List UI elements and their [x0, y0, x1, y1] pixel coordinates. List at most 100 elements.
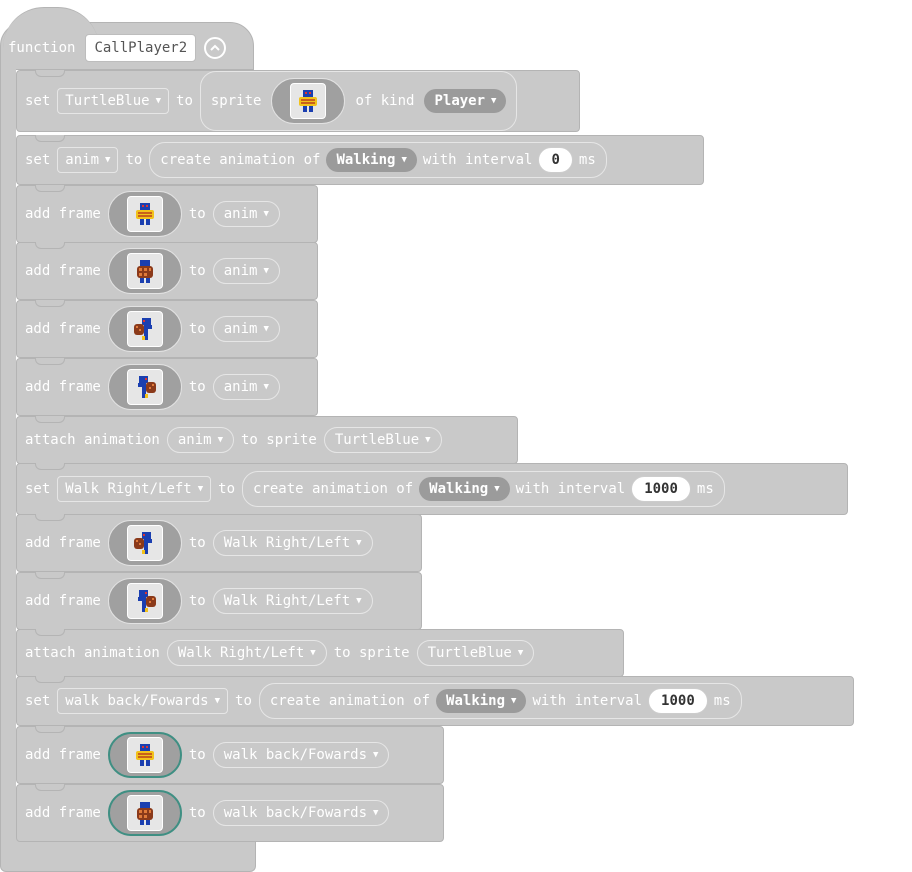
dropdown-caret-icon: ▼	[511, 696, 517, 706]
create-animation-block[interactable]: create animation of Walking ▼ with interval…	[258, 683, 742, 719]
keyword-create-animation: create animation of	[160, 152, 321, 168]
collapse-icon[interactable]	[204, 37, 227, 59]
statement-block-set-anim[interactable]: set Walk Right/Left ▼ to create animation of…	[16, 463, 848, 515]
keyword-to: to	[188, 747, 206, 763]
keyword-with-interval: with interval	[422, 152, 533, 168]
keyword-to: to	[188, 379, 206, 395]
variable-reporter[interactable]: anim ▼	[166, 427, 234, 453]
variable-reporter[interactable]: anim ▼	[212, 201, 280, 227]
sprite-image-slot[interactable]	[271, 78, 346, 124]
statement-block-add-frame[interactable]: add frame to anim ▼	[16, 358, 318, 416]
statement-block-set-anim[interactable]: set walk back/Fowards ▼ to create animation …	[16, 676, 854, 726]
block-notch	[35, 185, 65, 192]
variable-name: anim	[223, 263, 258, 279]
sprite-image-slot[interactable]	[107, 520, 182, 566]
keyword-to-sprite: to sprite	[333, 645, 410, 661]
sprite-image-slot[interactable]	[107, 790, 182, 836]
sprite-of-kind-block[interactable]: sprite of kind Player ▼	[199, 71, 518, 131]
turtle-sprite-icon	[290, 83, 327, 119]
sprite-image-slot[interactable]	[107, 191, 182, 237]
variable-dropdown[interactable]: Walk Right/Left ▼	[57, 476, 212, 502]
interval-input[interactable]: 0	[538, 147, 573, 173]
keyword-with-interval: with interval	[532, 693, 643, 709]
block-notch	[35, 629, 65, 636]
variable-reporter[interactable]: Walk Right/Left ▼	[166, 640, 327, 666]
keyword-add-frame: add frame	[25, 321, 101, 337]
variable-reporter[interactable]: anim ▼	[212, 374, 280, 400]
block-notch	[35, 70, 65, 77]
block-notch	[35, 242, 65, 249]
interval-input[interactable]: 1000	[648, 688, 708, 714]
dropdown-caret-icon: ▼	[197, 484, 204, 494]
variable-name: anim	[177, 432, 212, 448]
turtle-sprite-icon	[126, 737, 163, 773]
turtle-sprite-icon	[126, 583, 163, 619]
variable-name: walk back/Fowards	[223, 747, 368, 763]
dropdown-caret-icon: ▼	[517, 648, 524, 658]
statement-block-add-frame[interactable]: add frame to anim ▼	[16, 300, 318, 358]
block-notch	[35, 135, 65, 142]
variable-reporter[interactable]: Walk Right/Left ▼	[212, 530, 373, 556]
variable-reporter[interactable]: Walk Right/Left ▼	[212, 588, 373, 614]
variable-name: Walk Right/Left	[223, 593, 351, 609]
variable-reporter[interactable]: walk back/Fowards ▼	[212, 800, 390, 826]
keyword-to: to	[188, 321, 206, 337]
keyword-ms: ms	[713, 693, 731, 709]
variable-dropdown[interactable]: TurtleBlue ▼	[57, 88, 170, 114]
variable-reporter[interactable]: walk back/Fowards ▼	[212, 742, 390, 768]
dropdown-caret-icon: ▼	[310, 648, 316, 658]
action-name: Walking	[446, 693, 506, 709]
keyword-to: to	[188, 535, 206, 551]
create-animation-block[interactable]: create animation of Walking ▼ with interval…	[242, 471, 725, 507]
action-name: Walking	[429, 481, 489, 497]
statement-block-add-frame[interactable]: add frame to walk back/Fowards ▼	[16, 726, 444, 784]
sprite-name: TurtleBlue	[427, 645, 512, 661]
create-animation-block[interactable]: create animation of Walking ▼ with interval…	[149, 142, 607, 178]
sprite-image-slot[interactable]	[107, 578, 182, 624]
statement-block-attach[interactable]: attach animation anim ▼ to sprite TurtleBlue…	[16, 416, 518, 464]
variable-name: walk back/Fowards	[65, 693, 209, 709]
variable-dropdown[interactable]: walk back/Fowards ▼	[57, 688, 229, 714]
keyword-create-animation: create animation of	[253, 481, 414, 497]
variable-dropdown[interactable]: anim ▼	[57, 147, 119, 173]
statement-block-attach[interactable]: attach animation Walk Right/Left ▼ to sprit…	[16, 629, 624, 677]
statement-block-add-frame[interactable]: add frame to Walk Right/Left ▼	[16, 572, 422, 630]
kind-dropdown[interactable]: Player ▼	[424, 89, 507, 113]
block-notch	[35, 358, 65, 365]
action-dropdown[interactable]: Walking ▼	[419, 477, 510, 501]
statement-block-add-frame[interactable]: add frame to walk back/Fowards ▼	[16, 784, 444, 842]
dropdown-caret-icon: ▼	[263, 324, 269, 334]
sprite-image-slot[interactable]	[107, 306, 182, 352]
sprite-reporter[interactable]: TurtleBlue ▼	[323, 427, 442, 453]
function-name-input[interactable]: CallPlayer2	[85, 34, 197, 62]
keyword-add-frame: add frame	[25, 593, 101, 609]
action-dropdown[interactable]: Walking ▼	[326, 148, 417, 172]
keyword-of-kind: of kind	[355, 93, 415, 109]
sprite-reporter[interactable]: TurtleBlue ▼	[416, 640, 535, 666]
statement-block-add-frame[interactable]: add frame to anim ▼	[16, 242, 318, 300]
variable-name: anim	[223, 321, 258, 337]
sprite-image-slot[interactable]	[107, 732, 182, 778]
dropdown-caret-icon: ▼	[425, 435, 431, 445]
keyword-set: set	[25, 481, 51, 497]
sprite-image-slot[interactable]	[107, 364, 182, 410]
statement-block-set-anim[interactable]: set anim ▼ to create animation of Walking ▼ wit…	[16, 135, 704, 185]
variable-reporter[interactable]: anim ▼	[212, 316, 280, 342]
dropdown-caret-icon: ▼	[155, 96, 162, 106]
keyword-to: to	[188, 263, 206, 279]
block-notch	[35, 416, 65, 423]
statement-block-set-sprite[interactable]: set TurtleBlue ▼ to sprite of kind Player ▼	[16, 70, 580, 132]
variable-name: anim	[223, 379, 258, 395]
function-header: function CallPlayer2	[8, 32, 227, 64]
keyword-attach-animation: attach animation	[25, 432, 160, 448]
dropdown-caret-icon: ▼	[494, 484, 500, 494]
variable-name: Walk Right/Left	[223, 535, 351, 551]
variable-name: walk back/Fowards	[223, 805, 368, 821]
variable-reporter[interactable]: anim ▼	[212, 258, 280, 284]
sprite-image-slot[interactable]	[107, 248, 182, 294]
statement-block-add-frame[interactable]: add frame to anim ▼	[16, 185, 318, 243]
variable-name: Walk Right/Left	[177, 645, 305, 661]
interval-input[interactable]: 1000	[631, 476, 691, 502]
statement-block-add-frame[interactable]: add frame to Walk Right/Left ▼	[16, 514, 422, 572]
action-dropdown[interactable]: Walking ▼	[436, 689, 527, 713]
